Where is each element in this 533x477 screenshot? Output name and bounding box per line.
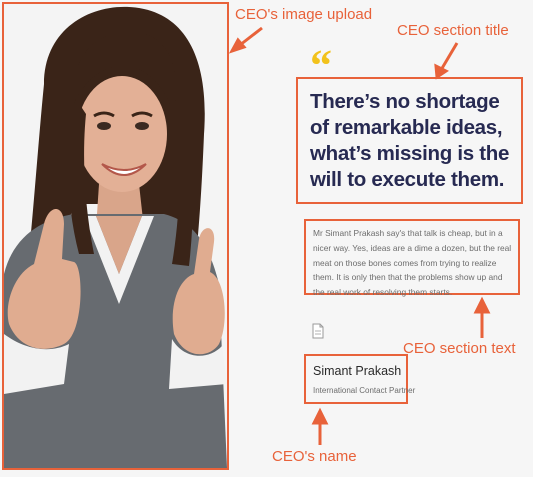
annotation-image-upload: CEO's image upload [235, 6, 373, 23]
ceo-name-box[interactable]: Simant Prakash International Contact Par… [304, 354, 416, 404]
annotation-name: CEO's name [272, 448, 357, 465]
ceo-image-upload[interactable] [2, 2, 229, 470]
ceo-section-title: There’s no shortage of remarkable ideas,… [310, 90, 510, 191]
file-icon [312, 323, 324, 339]
ceo-section-text: Mr Simant Prakash say's that talk is che… [313, 228, 512, 298]
ceo-section: CEO's image upload CEO section title CEO… [0, 0, 533, 477]
ceo-role: International Contact Partner [313, 386, 416, 395]
ceo-section-title-box[interactable]: There’s no shortage of remarkable ideas,… [296, 77, 523, 204]
ceo-name: Simant Prakash [313, 364, 402, 378]
annotation-section-title: CEO section title [397, 22, 509, 39]
ceo-section-text-box[interactable]: Mr Simant Prakash say's that talk is che… [304, 219, 520, 297]
ceo-photo [4, 6, 227, 468]
annotation-section-text: CEO section text [403, 340, 516, 357]
